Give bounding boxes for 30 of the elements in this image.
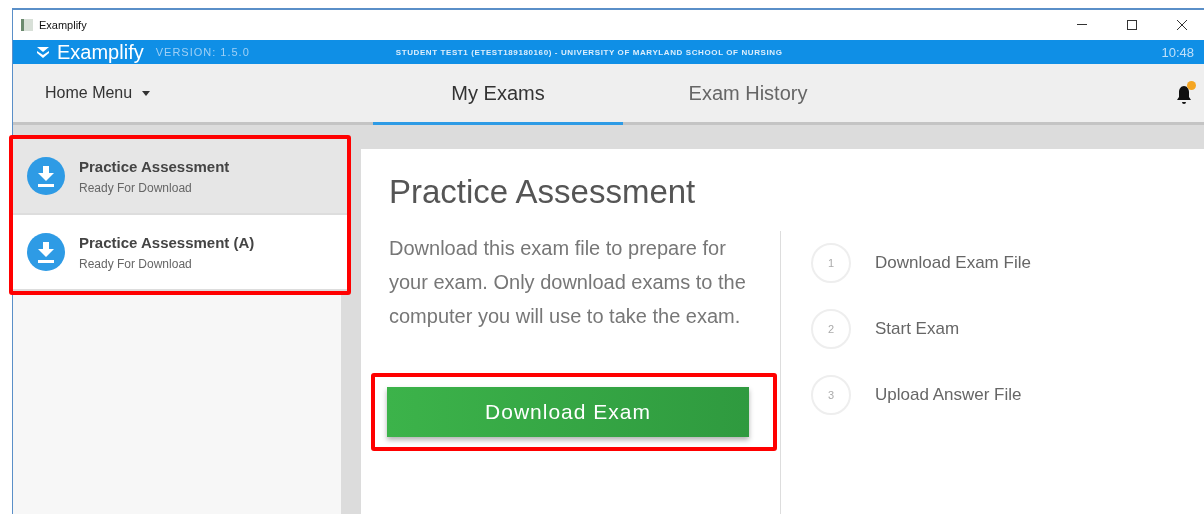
exam-item[interactable]: Practice Assessment Ready For Download (13, 139, 347, 215)
download-icon (27, 233, 65, 271)
exam-status: Ready For Download (79, 256, 193, 271)
caret-icon (142, 90, 151, 96)
close-icon[interactable] (1177, 20, 1187, 30)
exam-heading: Practice Assessment (389, 173, 697, 211)
brand-name: Examplify (57, 40, 144, 64)
exam-description: Download this exam file to prepare for your exam. Only download exams to the computer you will use to take the exam. (389, 236, 747, 329)
exam-item[interactable]: Practice Assessment (A) Ready For Download (13, 215, 347, 291)
home-menu[interactable]: Home Menu (13, 64, 373, 122)
nav-tab[interactable]: Exam History (623, 64, 873, 125)
step-label: Start Exam (875, 319, 960, 339)
step-number: 1 (811, 243, 851, 283)
download-icon (27, 157, 65, 195)
step-label: Download Exam File (875, 253, 1031, 273)
exam-title: Practice Assessment (A) (79, 233, 255, 251)
app-icon (21, 19, 33, 31)
student-info: STUDENT TEST1 (ETEST189180160) - UNIVERSITY OF MARYLAND SCHOOL OF NURSING (395, 47, 784, 57)
clock-time: 10:48 (1161, 44, 1194, 60)
window-title: Examplify (39, 19, 88, 31)
minimize-icon[interactable] (1077, 24, 1087, 26)
bell-icon[interactable] (1176, 81, 1196, 105)
logo-icon (35, 44, 51, 60)
step-label: Upload Answer File (875, 385, 1022, 405)
step-number: 2 (811, 309, 851, 349)
version-label: VERSION: 1.5.0 (155, 46, 251, 58)
step-number: 3 (811, 375, 851, 415)
exam-status: Ready For Download (79, 180, 193, 195)
maximize-icon[interactable] (1127, 20, 1137, 30)
exam-title: Practice Assessment (79, 157, 230, 175)
